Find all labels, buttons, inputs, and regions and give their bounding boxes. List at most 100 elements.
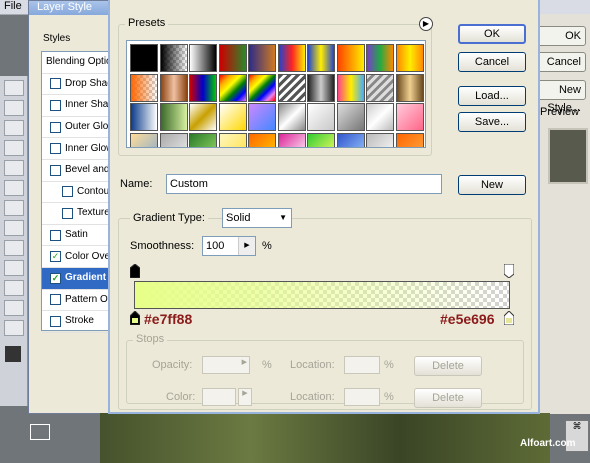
checkbox-icon[interactable] <box>50 294 61 306</box>
preset-gradient-swatch[interactable] <box>218 73 247 102</box>
eraser-tool-icon[interactable] <box>4 200 24 216</box>
preset-gradient-swatch[interactable] <box>189 132 217 147</box>
screen-mode-icon[interactable] <box>30 424 50 440</box>
opacity-delete-button[interactable]: Delete <box>414 356 482 376</box>
hand-tool-icon[interactable] <box>4 300 24 316</box>
opacity-stop-left-icon[interactable] <box>129 263 141 279</box>
preset-gradient-swatch[interactable] <box>159 132 188 147</box>
preset-gradient-swatch[interactable] <box>189 73 217 102</box>
preset-gradient-swatch[interactable] <box>277 132 306 147</box>
styles-list-item[interactable]: Bevel and Emboss <box>42 160 112 182</box>
color-menu-arrow-icon[interactable]: ▶ <box>238 388 252 406</box>
preset-gradient-swatch[interactable] <box>277 44 306 72</box>
checkbox-icon[interactable] <box>50 143 61 155</box>
color-delete-button[interactable]: Delete <box>414 388 482 408</box>
preset-gradient-swatch[interactable] <box>130 103 158 131</box>
smoothness-input[interactable]: 100 ▶ <box>202 236 256 256</box>
checkbox-icon[interactable] <box>50 229 61 241</box>
styles-list-item[interactable]: ✓ Gradient Overlay <box>42 267 112 290</box>
styles-list-item[interactable]: Blending Options <box>42 52 112 74</box>
checkbox-icon[interactable] <box>50 78 61 90</box>
gradient-preview-bar[interactable] <box>134 281 510 309</box>
preset-gradient-swatch[interactable] <box>189 44 217 72</box>
preset-gradient-swatch[interactable] <box>130 44 158 72</box>
move-tool-icon[interactable] <box>4 80 24 96</box>
preset-gradient-swatch[interactable] <box>248 73 276 102</box>
preset-gradient-swatch[interactable] <box>395 73 424 102</box>
new-button[interactable]: New <box>458 175 526 195</box>
zoom-tool-icon[interactable] <box>4 320 24 336</box>
ok-button[interactable]: OK <box>458 24 526 44</box>
crop-tool-icon[interactable] <box>4 140 24 156</box>
menu-file[interactable]: File <box>4 0 22 12</box>
color-stop-left-icon[interactable] <box>129 310 141 326</box>
opacity-location-input[interactable] <box>344 356 380 374</box>
smoothness-slider-arrow-icon[interactable]: ▶ <box>238 237 255 255</box>
gradient-type-select[interactable]: Solid ▼ <box>222 208 292 228</box>
preset-gradient-swatch[interactable] <box>366 103 394 131</box>
marquee-tool-icon[interactable] <box>4 100 24 116</box>
preset-gradient-swatch[interactable] <box>336 44 365 72</box>
preset-gradient-swatch[interactable] <box>218 103 247 131</box>
styles-list-item[interactable]: Stroke <box>42 311 112 333</box>
preset-gradient-swatch[interactable] <box>336 103 365 131</box>
checkbox-icon[interactable] <box>50 121 61 133</box>
checkbox-icon[interactable] <box>50 99 61 111</box>
preset-gradient-swatch[interactable] <box>395 44 424 72</box>
preset-gradient-swatch[interactable] <box>395 103 424 131</box>
preset-gradient-swatch[interactable] <box>307 132 335 147</box>
preset-gradient-swatch[interactable] <box>366 44 394 72</box>
opacity-input[interactable]: ▶ <box>202 356 250 374</box>
checkbox-icon[interactable] <box>50 164 61 176</box>
preset-gradient-swatch[interactable] <box>159 103 188 131</box>
checkbox-checked-icon[interactable]: ✓ <box>50 251 61 263</box>
checkbox-icon[interactable] <box>50 315 61 327</box>
bucket-tool-icon[interactable] <box>4 220 24 236</box>
preset-gradient-swatch[interactable] <box>248 44 276 72</box>
preset-gradient-swatch[interactable] <box>248 132 276 147</box>
preset-gradient-swatch[interactable] <box>189 103 217 131</box>
styles-list-item[interactable]: Satin <box>42 225 112 247</box>
foreground-color-swatch[interactable] <box>5 346 21 362</box>
name-input[interactable]: Custom <box>166 174 442 194</box>
preset-gradient-swatch[interactable] <box>277 103 306 131</box>
color-location-input[interactable] <box>344 388 380 406</box>
pen-tool-icon[interactable] <box>4 240 24 256</box>
preset-gradient-swatch[interactable] <box>307 103 335 131</box>
presets-menu-arrow-icon[interactable]: ▶ <box>419 17 433 31</box>
checkbox-checked-icon[interactable]: ✓ <box>50 272 61 284</box>
preset-gradient-swatch[interactable] <box>366 73 394 102</box>
color-swatch-input[interactable] <box>202 388 236 406</box>
preset-gradient-swatch[interactable] <box>277 73 306 102</box>
styles-list-item[interactable]: Inner Glow <box>42 138 112 160</box>
color-stop-right-icon[interactable] <box>503 310 515 326</box>
presets-scrollbar[interactable]: ▼ <box>425 41 426 147</box>
cancel-button[interactable]: Cancel <box>458 52 526 72</box>
preset-gradient-swatch[interactable] <box>307 73 335 102</box>
brush-tool-icon[interactable] <box>4 160 24 176</box>
preset-gradient-swatch[interactable] <box>395 132 424 147</box>
preset-gradient-swatch[interactable] <box>248 103 276 131</box>
styles-list-item[interactable]: Inner Shadow <box>42 95 112 117</box>
opacity-stop-right-icon[interactable] <box>503 263 515 279</box>
preset-gradient-swatch[interactable] <box>218 44 247 72</box>
preset-gradient-swatch[interactable] <box>130 73 158 102</box>
styles-list-item[interactable]: Drop Shadow <box>42 74 112 96</box>
styles-list-item[interactable]: Pattern Overlay <box>42 290 112 312</box>
styles-header[interactable]: Styles <box>43 33 70 44</box>
preset-gradient-swatch[interactable] <box>218 132 247 147</box>
preset-gradient-swatch[interactable] <box>307 44 335 72</box>
styles-list-item[interactable]: Contour <box>42 182 112 204</box>
lasso-tool-icon[interactable] <box>4 120 24 136</box>
type-tool-icon[interactable] <box>4 260 24 276</box>
styles-list-item[interactable]: Outer Glow <box>42 117 112 139</box>
shape-tool-icon[interactable] <box>4 280 24 296</box>
preset-gradient-swatch[interactable] <box>159 73 188 102</box>
preset-gradient-swatch[interactable] <box>366 132 394 147</box>
preset-gradient-swatch[interactable] <box>336 73 365 102</box>
preset-gradient-swatch[interactable] <box>130 132 158 147</box>
stamp-tool-icon[interactable] <box>4 180 24 196</box>
preset-gradient-swatch[interactable] <box>336 132 365 147</box>
checkbox-icon[interactable] <box>62 207 73 219</box>
checkbox-icon[interactable] <box>62 186 73 198</box>
